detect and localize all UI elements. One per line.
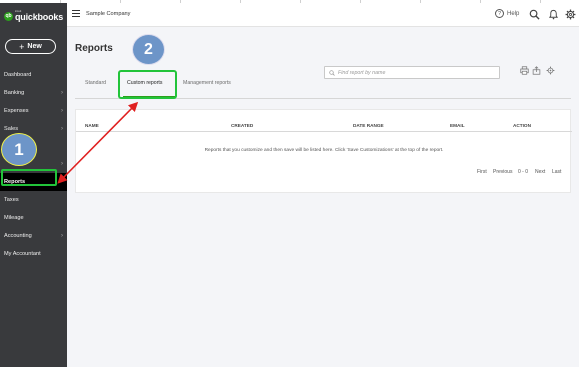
red-arrow-line bbox=[57, 101, 139, 184]
annotation-arrow bbox=[57, 101, 139, 184]
app-window: qb intuit quickbooks + New Dashboard Ban… bbox=[0, 0, 579, 367]
